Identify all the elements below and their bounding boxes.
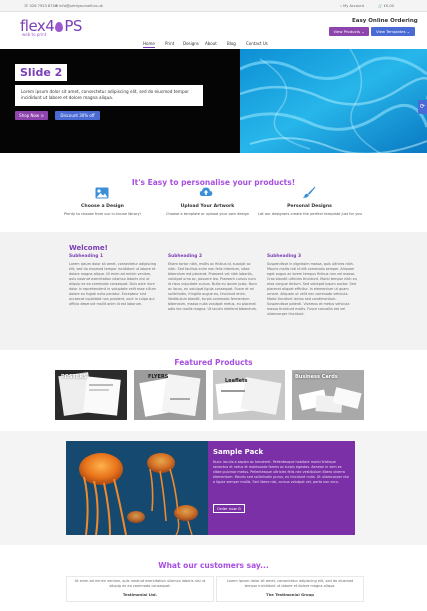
product-label: POSTERS xyxy=(61,374,87,380)
shop-now-button[interactable]: Shop Now ⊙ xyxy=(15,111,48,120)
nav-designs[interactable]: Designs xyxy=(183,41,199,46)
paragraph: Etiam tortor nibh, mollis ac finibus id,… xyxy=(168,262,258,311)
water-image xyxy=(240,49,427,153)
arrow-right-icon[interactable]: ⟳ xyxy=(418,100,427,114)
product-card-flyers[interactable]: FLYERS xyxy=(134,370,206,420)
account-link[interactable]: ⌕ My Account xyxy=(340,4,364,8)
nav-blog[interactable]: Blog xyxy=(227,41,236,46)
search-icon[interactable]: ⌕ xyxy=(340,4,342,8)
nav-print[interactable]: Print xyxy=(165,41,174,46)
chevron-down-icon: ⌄ xyxy=(361,29,365,34)
view-templates-button[interactable]: View Templates ⌄ xyxy=(371,27,415,36)
order-now-button[interactable]: Order now ⊙ xyxy=(213,504,245,513)
features-title: It's Easy to personalise your products! xyxy=(131,178,296,187)
top-bar: ☏ 028 7923 8744 ✉ info@printyourself.co.… xyxy=(0,0,427,12)
product-card-business-cards[interactable]: Business Cards xyxy=(292,370,364,420)
discount-button[interactable]: Discount 30% off xyxy=(55,111,100,120)
product-card-leaflets[interactable]: Leaflets xyxy=(213,370,285,420)
product-label: FLYERS xyxy=(148,374,169,380)
paragraph: Lorem ipsum dolor sit amet, consectetur … xyxy=(69,262,157,306)
sample-pack-text: Nunc iaculis a sapien ac hendrerit. Pell… xyxy=(213,460,349,484)
testimonial-author: The Testimonial Group xyxy=(265,592,314,597)
jellyfish-image xyxy=(66,441,208,535)
feature-heading: Choose a Design xyxy=(81,204,124,209)
product-label: Leaflets xyxy=(225,378,248,384)
product-label: Business Cards xyxy=(295,374,338,380)
slide-title: Slide 2 xyxy=(15,64,67,81)
paragraph: Suspendisse in dignissim massa, quis ult… xyxy=(267,262,357,316)
testimonial-text: Lorem ipsum dolor sit amet, consectetur … xyxy=(226,579,354,588)
feature-text: Choose a template or upload your own des… xyxy=(165,212,250,216)
slide-text: Lorem ipsum dolor sit amet, consectetur … xyxy=(15,85,203,106)
email-address[interactable]: ✉ info@printyourself.co.uk xyxy=(55,4,103,8)
feature-text: Let our designers create the perfect tem… xyxy=(258,212,362,216)
flyers-image xyxy=(134,370,206,420)
feature-heading: Upload Your Artwork xyxy=(180,204,235,209)
cart-link[interactable]: 🛒 £0.00 xyxy=(378,4,394,8)
featured-title: Featured Products xyxy=(174,358,253,367)
drop-icon xyxy=(55,22,64,32)
logo-tagline: web to print xyxy=(22,32,47,37)
nav-home[interactable]: Home xyxy=(143,41,155,48)
easy-ordering-label: Easy Online Ordering xyxy=(352,18,418,24)
sample-pack-title: Sample Pack xyxy=(213,448,264,456)
welcome-title: Welcome! xyxy=(69,244,108,252)
phone-number[interactable]: ☏ 028 7923 8744 xyxy=(24,4,57,8)
cloud-upload-icon xyxy=(199,187,213,196)
testimonial-text: Ut enim ad minim veniam, quis nostrud ex… xyxy=(74,579,206,588)
leaflets-image xyxy=(213,370,285,420)
subheading: Subheading 2 xyxy=(168,254,202,259)
subheading: Subheading 3 xyxy=(267,254,301,259)
subheading: Subheading 1 xyxy=(69,254,103,259)
cart-icon: 🛒 xyxy=(378,4,383,8)
product-card-posters[interactable]: POSTERS xyxy=(55,370,127,420)
brush-icon xyxy=(302,186,316,198)
testimonial-author: Testimonial Ltd. xyxy=(122,592,158,597)
main-nav: Home Print Designs About Blog Contact Us xyxy=(0,40,427,49)
chevron-down-icon: ⌄ xyxy=(406,29,410,34)
nav-about[interactable]: About xyxy=(205,41,217,46)
image-icon xyxy=(95,187,109,199)
view-products-button[interactable]: View Products ⌄ xyxy=(329,27,369,36)
feature-heading: Personal Designs xyxy=(287,204,332,209)
testimonials-title: What our customers say... xyxy=(158,561,269,570)
feature-text: Plenty to choose from our in-house libra… xyxy=(63,212,142,216)
nav-contact[interactable]: Contact Us xyxy=(246,41,268,46)
